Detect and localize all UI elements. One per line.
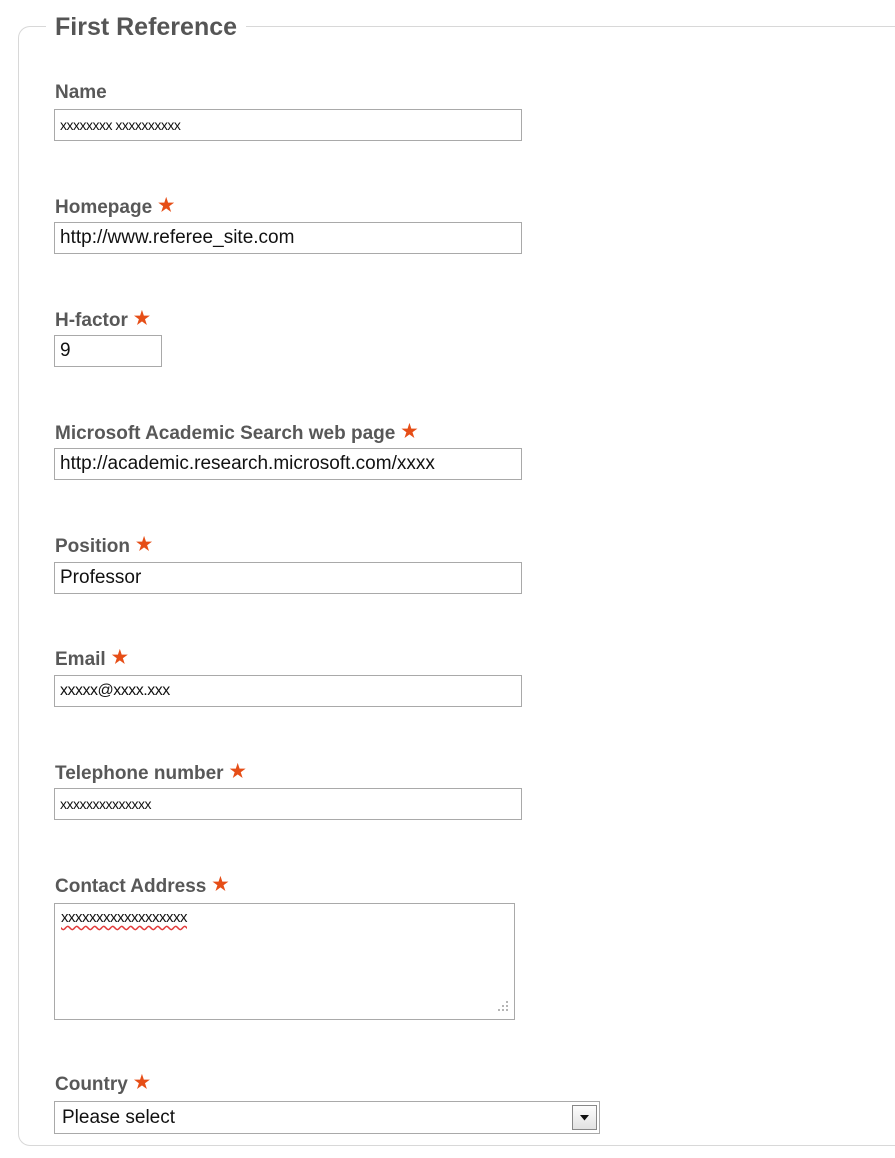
address-label: Contact Address ★: [55, 874, 229, 898]
msas-label-text: Microsoft Academic Search web page: [55, 423, 396, 444]
hfactor-label-text: H-factor: [55, 310, 128, 331]
star-icon: ★: [401, 421, 418, 441]
name-label-text: Name: [55, 82, 107, 103]
position-input[interactable]: [54, 562, 522, 594]
star-icon: ★: [133, 1072, 150, 1092]
telephone-input[interactable]: [54, 788, 522, 820]
telephone-label-text: Telephone number: [55, 763, 224, 784]
email-input[interactable]: [54, 675, 522, 707]
msas-input[interactable]: [54, 448, 522, 480]
email-label-text: Email: [55, 649, 106, 670]
address-textarea[interactable]: xxxxxxxxxxxxxxxxxx: [54, 903, 515, 1020]
star-icon: ★: [212, 874, 229, 894]
star-icon: ★: [111, 647, 128, 667]
name-label: Name: [55, 82, 107, 104]
resize-grip-icon[interactable]: [493, 997, 511, 1015]
chevron-down-icon: [580, 1115, 589, 1121]
msas-label: Microsoft Academic Search web page ★: [55, 421, 418, 445]
homepage-input[interactable]: [54, 222, 522, 254]
dropdown-button[interactable]: [572, 1105, 597, 1130]
country-select-value: Please select: [62, 1107, 176, 1128]
country-label-text: Country: [55, 1074, 128, 1095]
country-label: Country ★: [55, 1072, 150, 1096]
homepage-label: Homepage ★: [55, 195, 175, 219]
hfactor-input[interactable]: [54, 335, 162, 367]
email-label: Email ★: [55, 647, 128, 671]
star-icon: ★: [135, 534, 153, 554]
star-icon: ★: [133, 308, 150, 328]
star-icon: ★: [158, 195, 175, 215]
hfactor-label: H-factor ★: [55, 308, 150, 332]
telephone-label: Telephone number ★: [55, 761, 246, 785]
position-label-text: Position: [55, 536, 130, 557]
name-input[interactable]: [54, 109, 522, 141]
address-label-text: Contact Address: [55, 876, 207, 897]
star-icon: ★: [229, 761, 246, 781]
position-label: Position ★: [55, 534, 153, 558]
section-title: First Reference: [46, 10, 247, 44]
homepage-label-text: Homepage: [55, 197, 153, 218]
country-select[interactable]: Please select: [54, 1101, 600, 1134]
